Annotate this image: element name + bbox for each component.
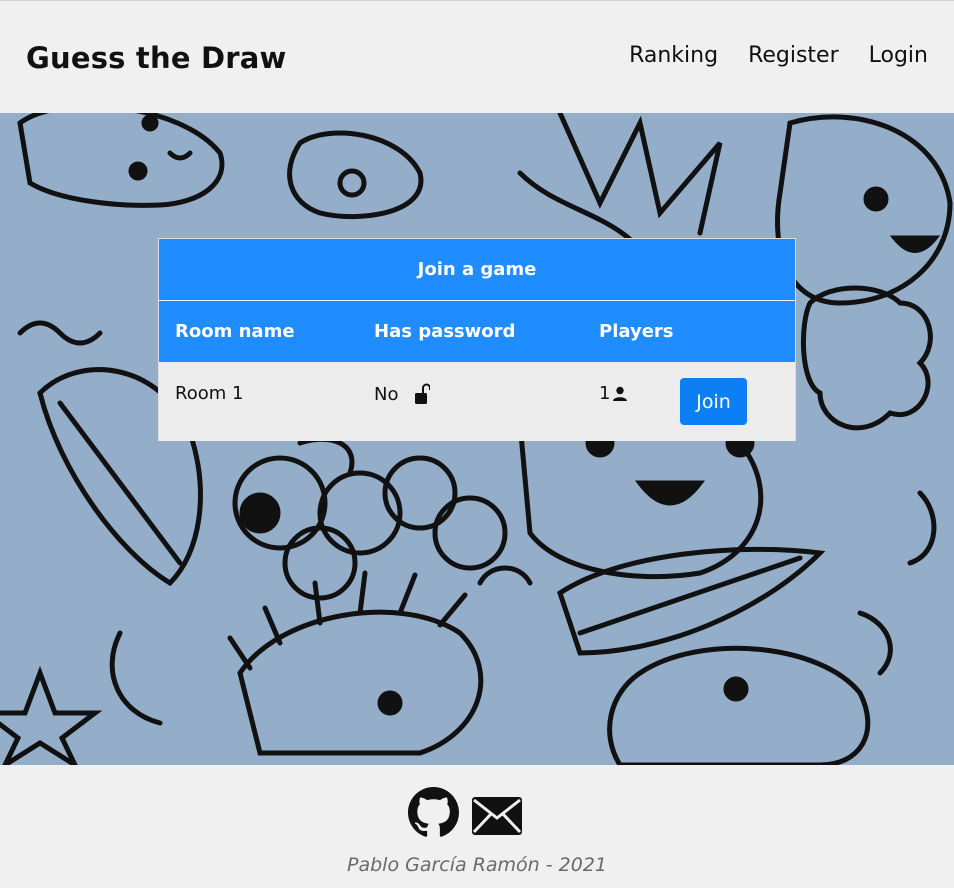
- room-name-cell: Room 1: [175, 383, 244, 404]
- has-password-cell: No: [374, 383, 431, 405]
- person-icon: [612, 386, 628, 402]
- github-icon[interactable]: [408, 787, 459, 838]
- column-header-room-name: Room name: [175, 321, 295, 342]
- panel-title: Join a game: [159, 239, 795, 301]
- copyright-text: Pablo García Ramón - 2021: [347, 854, 607, 876]
- nav-register-link[interactable]: Register: [748, 43, 839, 68]
- has-password-value: No: [374, 383, 399, 405]
- site-brand[interactable]: Guess the Draw: [26, 41, 287, 75]
- unlocked-lock-icon: [414, 383, 431, 405]
- table-header: Room name Has password Players: [159, 301, 795, 362]
- footer-links: [408, 787, 523, 838]
- nav-ranking-link[interactable]: Ranking: [629, 43, 718, 68]
- doodle-background: Join a game Room name Has password Playe…: [0, 113, 954, 765]
- column-header-has-password: Has password: [374, 321, 516, 342]
- top-navbar: Guess the Draw Ranking Register Login: [0, 0, 954, 113]
- main-nav: Ranking Register Login: [629, 43, 928, 68]
- table-row: Room 1 No 1 Join: [159, 362, 795, 441]
- nav-login-link[interactable]: Login: [869, 43, 928, 68]
- players-cell: 1: [599, 383, 628, 404]
- envelope-icon[interactable]: [471, 787, 523, 838]
- column-header-players: Players: [599, 321, 674, 342]
- join-room-button[interactable]: Join: [680, 378, 747, 425]
- join-game-panel: Join a game Room name Has password Playe…: [158, 238, 796, 441]
- players-count: 1: [599, 383, 611, 404]
- page-footer: Pablo García Ramón - 2021: [0, 765, 954, 888]
